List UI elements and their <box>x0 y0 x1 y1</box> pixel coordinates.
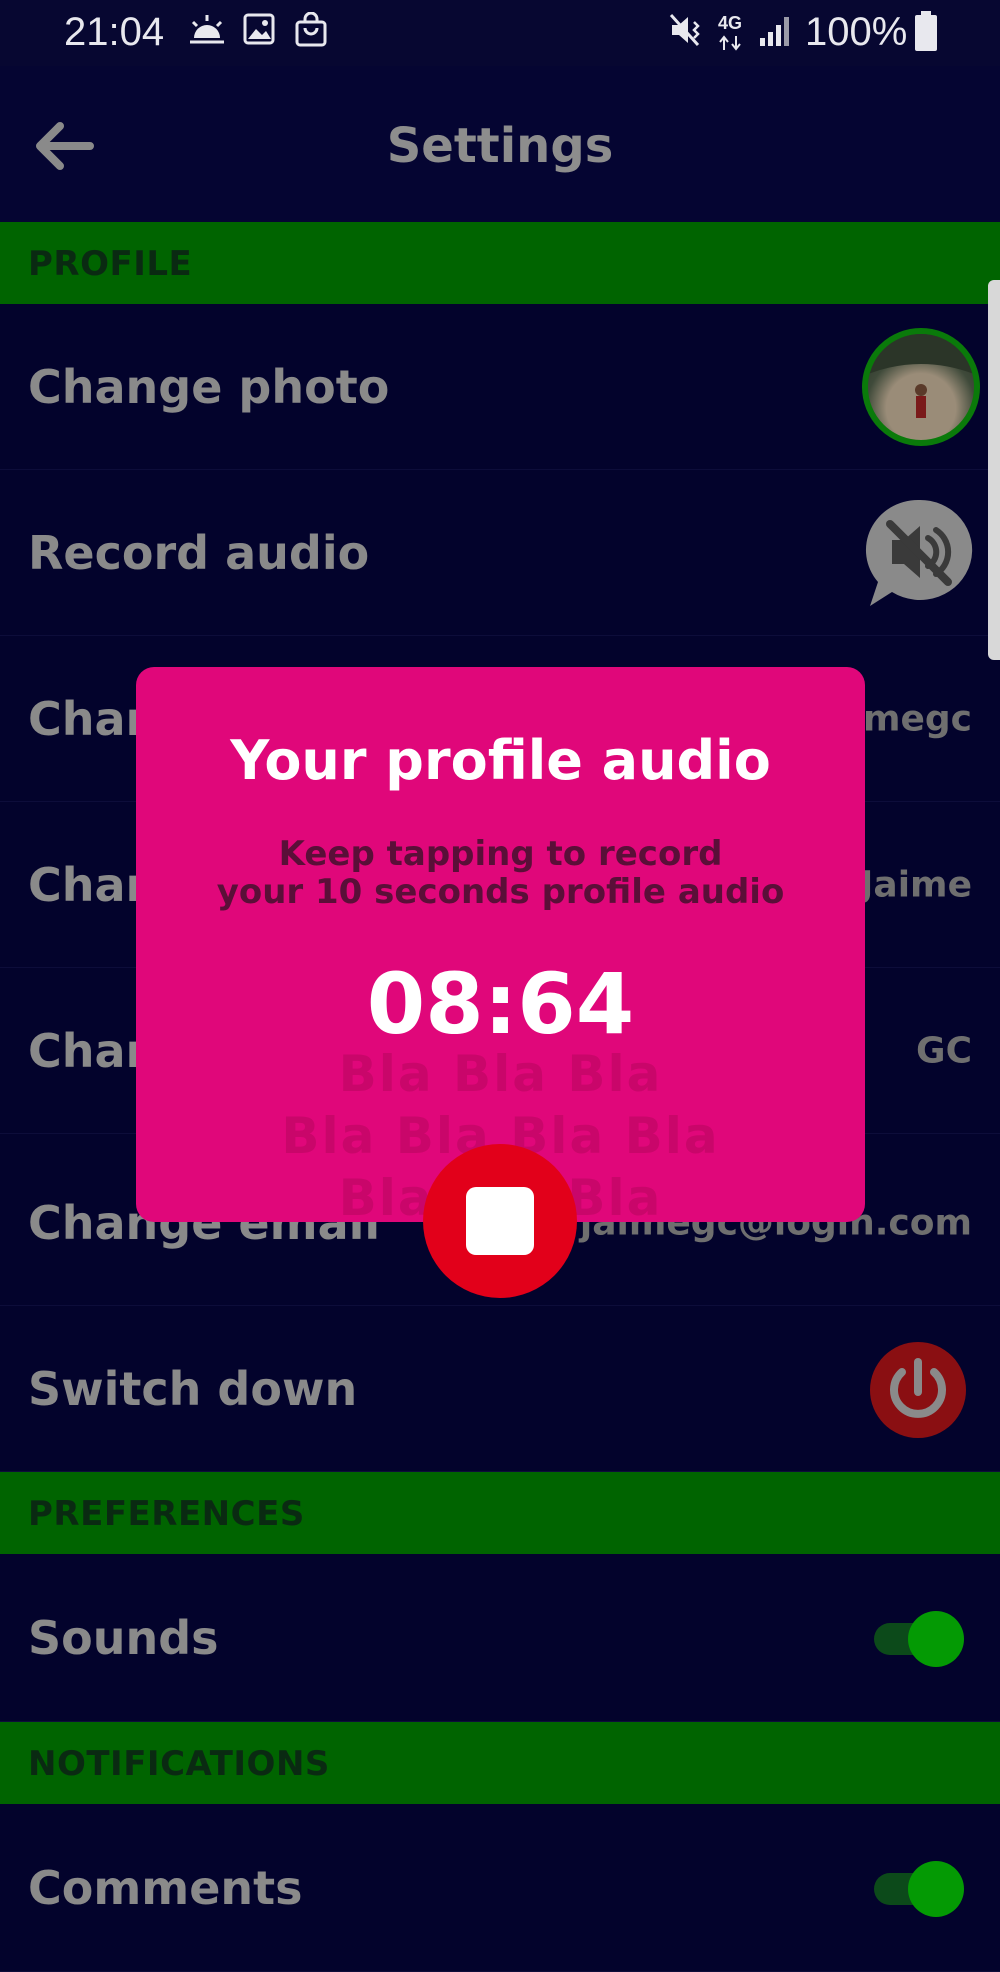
dialog-subtitle-line2: your 10 seconds profile audio <box>216 872 785 912</box>
recording-timer: 08:64 <box>366 955 635 1053</box>
record-audio-dialog: Your profile audio Keep tapping to recor… <box>136 667 865 1222</box>
dialog-overlay: Your profile audio Keep tapping to recor… <box>0 0 1000 1922</box>
dialog-subtitle: Keep tapping to record your 10 seconds p… <box>136 835 865 911</box>
dialog-subtitle-line1: Keep tapping to record <box>278 834 723 874</box>
stop-recording-button[interactable] <box>423 1144 577 1298</box>
bla-text-line1: Bla Bla Bla <box>338 1045 663 1103</box>
stop-icon <box>466 1187 534 1255</box>
dialog-title: Your profile audio <box>230 729 771 792</box>
